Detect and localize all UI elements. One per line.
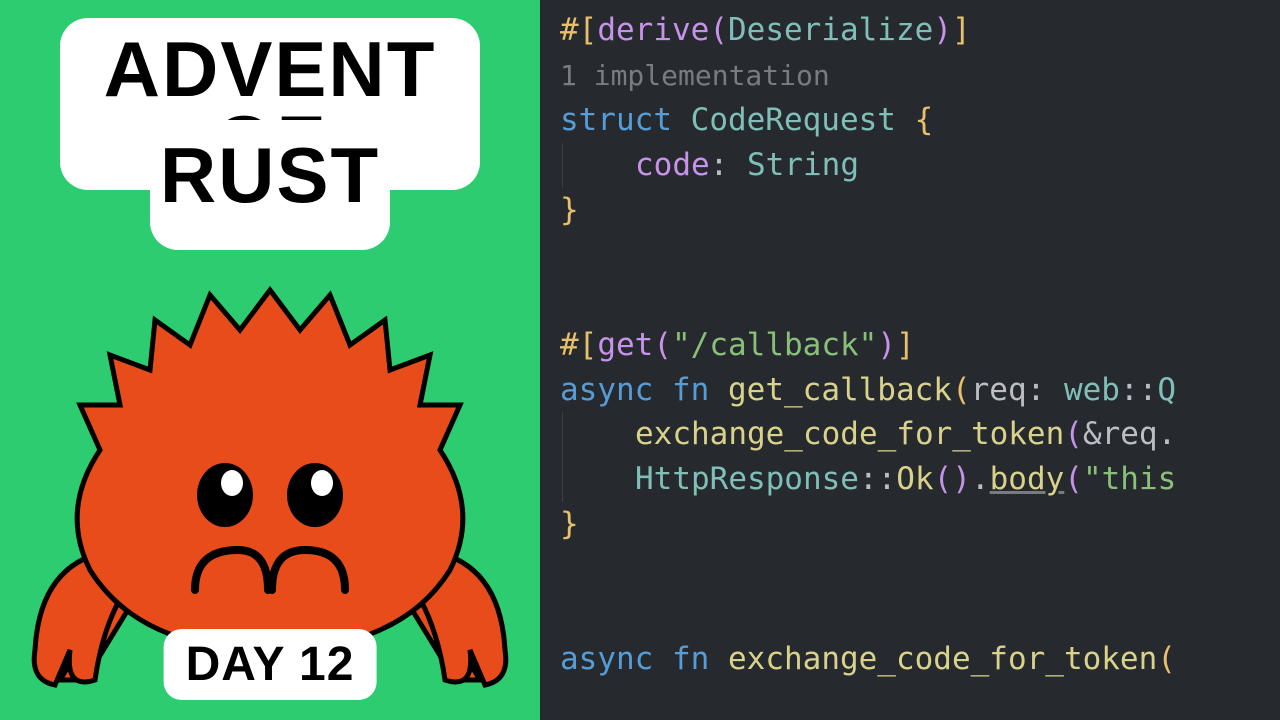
code-token: Ok	[896, 461, 933, 497]
code-token: "/callback"	[672, 327, 877, 363]
code-token: ]	[952, 12, 971, 48]
code-token: :	[1027, 372, 1046, 408]
code-token: :	[710, 147, 729, 183]
code-token: )	[952, 461, 971, 497]
code-token: }	[560, 506, 579, 542]
code-token: ::	[1120, 372, 1157, 408]
code-token: get_callback	[728, 372, 952, 408]
ferris-crab-icon	[20, 250, 520, 690]
code-token: struct	[560, 102, 672, 138]
code-token: }	[560, 192, 579, 228]
code-token: fn	[672, 641, 709, 677]
thumbnail-left-panel: ADVENT OF RUST DAY 12	[0, 0, 540, 720]
code-token: (	[952, 372, 971, 408]
code-token: ::	[859, 461, 896, 497]
code-token: async	[560, 641, 653, 677]
code-token: derive	[597, 12, 709, 48]
code-token: String	[747, 147, 859, 183]
code-token: Q	[1157, 372, 1176, 408]
code-token: CodeRequest	[691, 102, 896, 138]
code-token: body	[990, 461, 1065, 497]
code-token: "this	[1083, 461, 1176, 497]
day-badge: DAY 12	[164, 629, 377, 700]
day-label: DAY 12	[186, 638, 355, 691]
code-token: exchange_code_for_token	[635, 416, 1064, 452]
code-token: get	[597, 327, 653, 363]
code-token: async	[560, 372, 653, 408]
code-token: ]	[896, 327, 915, 363]
code-token: code	[635, 147, 710, 183]
code-token: fn	[672, 372, 709, 408]
code-token: #	[560, 12, 579, 48]
code-token: exchange_code_for_token	[728, 641, 1157, 677]
code-token: (	[1064, 461, 1083, 497]
code-editor-panel: #[derive(Deserialize)] 1 implementation …	[540, 0, 1280, 720]
code-token: [	[579, 327, 598, 363]
code-token: .	[1158, 416, 1177, 452]
code-token: (	[934, 461, 953, 497]
code-token: #	[560, 327, 579, 363]
inlay-hint: 1 implementation	[560, 59, 830, 92]
code-token: req	[1102, 416, 1158, 452]
code-editor: #[derive(Deserialize)] 1 implementation …	[560, 8, 1280, 682]
code-token: )	[877, 327, 896, 363]
code-token: [	[579, 12, 598, 48]
code-token: &	[1083, 416, 1102, 452]
code-token: {	[915, 102, 934, 138]
code-token: (	[1157, 641, 1176, 677]
title-line-2: RUST	[160, 130, 380, 221]
code-token: req	[971, 372, 1027, 408]
code-token: (	[653, 327, 672, 363]
code-token: (	[709, 12, 728, 48]
code-token: HttpResponse	[635, 461, 859, 497]
code-token: )	[933, 12, 952, 48]
code-token: .	[971, 461, 990, 497]
code-token: (	[1064, 416, 1083, 452]
code-token: web	[1064, 372, 1120, 408]
code-token: Deserialize	[728, 12, 933, 48]
